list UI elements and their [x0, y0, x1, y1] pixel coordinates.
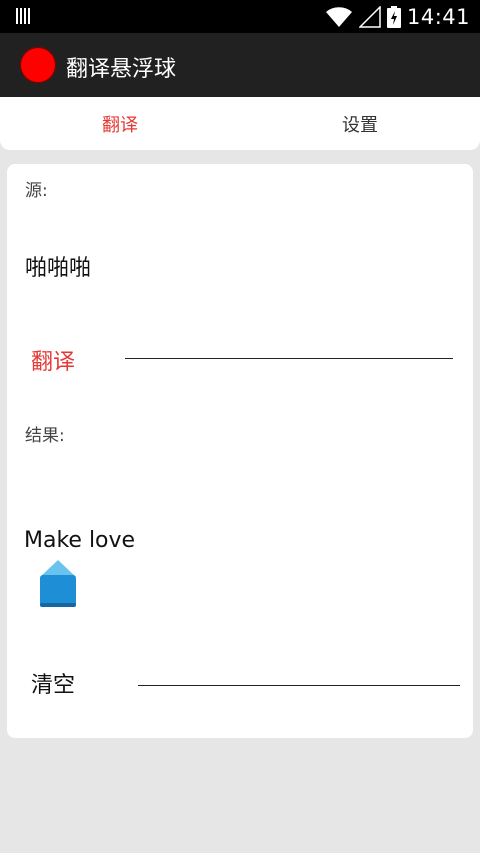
source-label: 源: [25, 181, 48, 201]
result-label: 结果: [25, 426, 65, 446]
tab-bar: 翻译 设置 [0, 97, 480, 150]
tab-translate[interactable]: 翻译 [0, 97, 240, 150]
text-select-handle-icon[interactable] [39, 559, 77, 609]
source-input[interactable]: 啪啪啪 [25, 250, 91, 282]
notification-icon [16, 8, 32, 24]
divider-line [125, 358, 453, 359]
app-title: 翻译悬浮球 [66, 57, 177, 82]
result-text: Make love [24, 528, 136, 553]
app-bar: 翻译悬浮球 [0, 33, 480, 97]
status-time: 14:41 [406, 5, 470, 29]
translate-card: 源: 啪啪啪 翻译 结果: Make love 清空 [7, 164, 473, 738]
signal-icon [358, 6, 381, 28]
clear-button[interactable]: 清空 [31, 667, 75, 699]
wifi-icon [325, 7, 352, 27]
translate-button[interactable]: 翻译 [31, 344, 75, 376]
app-logo-icon [20, 47, 56, 83]
tab-settings[interactable]: 设置 [240, 97, 480, 150]
divider-line [138, 685, 460, 686]
battery-icon [386, 6, 401, 28]
status-bar: 14:41 [0, 0, 480, 33]
